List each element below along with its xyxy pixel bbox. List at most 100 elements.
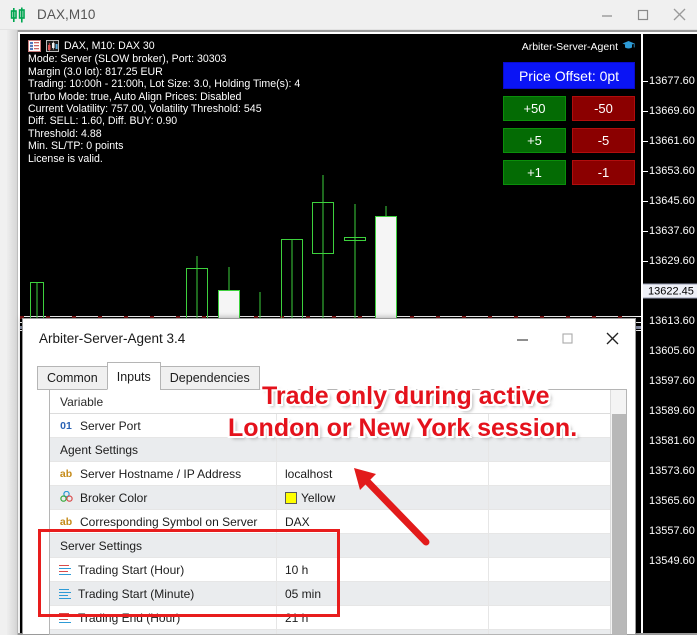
row-value[interactable]: localhost — [277, 462, 489, 485]
price-tick-6: 13629.60 — [649, 255, 695, 267]
price-tick-4: 13645.60 — [649, 195, 695, 207]
enum-type-icon — [58, 588, 72, 600]
color-type-icon — [58, 491, 74, 504]
string-type-icon: ab — [58, 468, 74, 480]
price-scale[interactable]: 13677.60 13669.60 13661.60 13653.60 1364… — [641, 34, 697, 633]
grid-rows: 01 Server Port 30303 Agent Settings ab — [50, 414, 626, 635]
row-variable: Trading End (Hour) — [50, 606, 277, 629]
row-extra — [489, 558, 626, 581]
info-line-8: License is valid. — [28, 153, 300, 165]
row-value-text: Yellow — [301, 491, 335, 505]
info-line-1: Margin (3.0 lot): 817.25 EUR — [28, 66, 300, 78]
tab-dependencies[interactable]: Dependencies — [160, 366, 260, 390]
row-variable: ab Corresponding Symbol on Server — [50, 510, 277, 533]
info-line-3: Turbo Mode: true, Auto Align Prices: Dis… — [28, 91, 300, 103]
row-extra — [489, 510, 626, 533]
row-value[interactable]: 21 h — [277, 606, 489, 629]
candlestick-icon — [10, 7, 28, 23]
row-value[interactable]: 55 min — [277, 630, 489, 635]
price-tick-2: 13661.60 — [649, 135, 695, 147]
grid-scrollbar-thumb[interactable] — [612, 414, 626, 635]
row-value[interactable]: 10 h — [277, 558, 489, 581]
row-value[interactable]: DAX — [277, 510, 489, 533]
price-tick-14: 13557.60 — [649, 525, 695, 537]
table-row[interactable]: Broker Color Yellow — [50, 486, 626, 510]
annotation-line-2: London or New York session. — [228, 414, 577, 443]
dialog-window-controls — [500, 323, 635, 353]
offset-plus-1-button[interactable]: +1 — [503, 160, 566, 185]
list-icon — [28, 40, 41, 52]
chart-icon — [46, 40, 59, 52]
annotation-line-1: Trade only during active — [262, 382, 550, 411]
dialog-titlebar[interactable]: Arbiter-Server-Agent 3.4 — [23, 319, 635, 357]
row-variable: Broker Color — [50, 486, 277, 509]
window-title: DAX,M10 — [37, 7, 95, 22]
price-tick-9: 13597.60 — [649, 375, 695, 387]
offset-plus-5-button[interactable]: +5 — [503, 128, 566, 153]
price-tick-1: 13669.60 — [649, 105, 695, 117]
chart-vertical-scrollbar[interactable] — [7, 30, 18, 635]
candle-body — [344, 237, 366, 241]
row-variable: Server Settings — [50, 534, 277, 557]
table-row[interactable]: ab Corresponding Symbol on Server DAX — [50, 510, 626, 534]
info-line-0: Mode: Server (SLOW broker), Port: 30303 — [28, 53, 300, 65]
row-variable: Trading Start (Minute) — [50, 582, 277, 605]
color-swatch — [285, 492, 297, 504]
agent-panel-title-row: Arbiter-Server-Agent — [503, 40, 635, 54]
dialog-close-icon[interactable] — [590, 323, 635, 353]
tab-common[interactable]: Common — [37, 366, 108, 390]
offset-minus-5-button[interactable]: -5 — [572, 128, 635, 153]
maximize-icon[interactable] — [625, 0, 661, 30]
price-tick-5: 13637.60 — [649, 225, 695, 237]
current-price-label: 13622.45 — [643, 284, 697, 299]
row-extra — [489, 534, 626, 557]
price-tick-15: 13549.60 — [649, 555, 695, 567]
screen-root: DAX,M10 — [0, 0, 697, 635]
offset-minus-1-button[interactable]: -1 — [572, 160, 635, 185]
info-line-5: Diff. SELL: 1.60, Diff. BUY: 0.90 — [28, 115, 300, 127]
info-line-6: Threshold: 4.88 — [28, 128, 300, 140]
row-variable: Trading Start (Hour) — [50, 558, 277, 581]
row-extra — [489, 486, 626, 509]
row-label: Trading Start (Hour) — [78, 563, 184, 577]
chart-header-text: DAX, M10: DAX 30 — [64, 40, 155, 52]
minimize-icon[interactable] — [589, 0, 625, 30]
offset-plus-50-button[interactable]: +50 — [503, 96, 566, 121]
price-tick-3: 13653.60 — [649, 165, 695, 177]
info-line-7: Min. SL/TP: 0 points — [28, 140, 300, 152]
table-row[interactable]: Trading End (Minute) 55 min — [50, 630, 626, 635]
chart-info-block: DAX, M10: DAX 30 Mode: Server (SLOW brok… — [28, 40, 300, 165]
price-tick-8: 13605.60 — [649, 345, 695, 357]
row-extra — [489, 630, 626, 635]
offset-minus-50-button[interactable]: -50 — [572, 96, 635, 121]
price-offset-button[interactable]: Price Offset: 0pt — [503, 62, 635, 89]
table-row: Server Settings — [50, 534, 626, 558]
row-extra — [489, 462, 626, 485]
offset-button-row-1: +1 -1 — [503, 160, 635, 185]
dialog-minimize-icon[interactable] — [500, 323, 545, 353]
offset-button-row-50: +50 -50 — [503, 96, 635, 121]
table-row[interactable]: Trading Start (Hour) 10 h — [50, 558, 626, 582]
window-controls — [589, 0, 697, 30]
grid-vertical-scrollbar[interactable] — [610, 390, 626, 634]
dialog-maximize-icon[interactable] — [545, 323, 590, 353]
table-row[interactable]: Trading End (Hour) 21 h — [50, 606, 626, 630]
row-value[interactable]: 05 min — [277, 582, 489, 605]
price-tick-12: 13573.60 — [649, 465, 695, 477]
close-icon[interactable] — [661, 0, 697, 30]
graduation-cap-icon — [622, 40, 635, 54]
row-value[interactable]: Yellow — [277, 486, 489, 509]
tab-inputs[interactable]: Inputs — [107, 362, 161, 390]
row-label: Server Port — [80, 419, 141, 433]
row-label: Server Hostname / IP Address — [80, 467, 241, 481]
candle-body — [312, 202, 334, 254]
info-line-2: Trading: 10:00h - 21:00h, Lot Size: 3.0,… — [28, 78, 300, 90]
candle-body — [375, 216, 397, 324]
row-variable: Trading End (Minute) — [50, 630, 277, 635]
enum-type-icon — [58, 564, 72, 576]
table-row[interactable]: Trading Start (Minute) 05 min — [50, 582, 626, 606]
price-tick-0: 13677.60 — [649, 75, 695, 87]
row-label: Broker Color — [80, 491, 147, 505]
row-label: Agent Settings — [60, 443, 138, 457]
table-row[interactable]: ab Server Hostname / IP Address localhos… — [50, 462, 626, 486]
